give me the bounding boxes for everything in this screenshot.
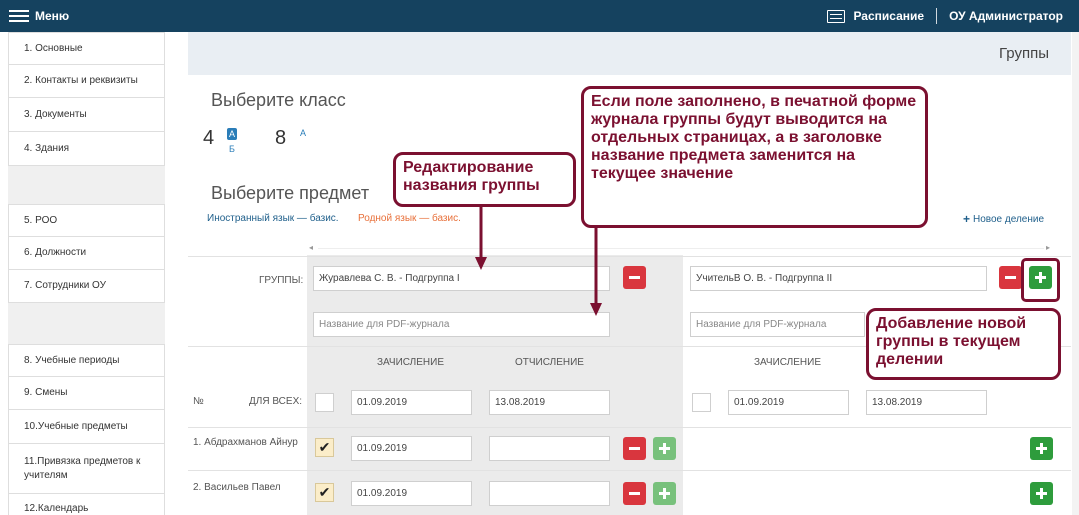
row-divider [188,256,1071,257]
hamburger-icon [9,9,29,23]
student1-enroll-date[interactable]: 01.09.2019 [351,436,472,461]
group1-for-all-checkbox[interactable] [315,393,334,412]
student1-unenroll-date[interactable] [489,436,610,461]
minus-icon [629,447,640,450]
sidebar-item-basic[interactable]: 1. Основные [8,32,165,65]
number-column-label: № [193,396,204,407]
student2-remove-button[interactable] [623,482,646,505]
unenroll-header-group1: ОТЧИСЛЕНИЕ [515,357,584,368]
group1-enroll-all-date[interactable]: 01.09.2019 [351,390,472,415]
menu-label: Меню [35,9,70,23]
sidebar-item-periods[interactable]: 8. Учебные периоды [8,344,165,377]
sidebar-item-subjects[interactable]: 10.Учебные предметы [8,410,165,444]
scroll-track [318,248,1044,249]
schedule-link[interactable]: Расписание [853,9,924,23]
group2-name-input[interactable]: УчительВ О. В. - Подгруппа II [690,266,987,291]
sidebar-gap [8,166,165,204]
student1-add-button[interactable] [653,437,676,460]
scroll-left-arrow[interactable]: ◂ [309,243,313,252]
student2-unenroll-date[interactable] [489,481,610,506]
student2-enroll-date[interactable]: 01.09.2019 [351,481,472,506]
group1-pdf-name-input[interactable]: Название для PDF-журнала [313,312,610,337]
plus-icon: + [963,212,971,226]
sidebar: 1. Основные 2. Контакты и реквизиты 3. Д… [8,32,165,515]
enroll-header-group2: ЗАЧИСЛЕНИЕ [754,357,821,368]
group2-pdf-name-input[interactable]: Название для PDF-журнала [690,312,865,337]
callout-pdf-field-note: Если поле заполнено, в печатной форме жу… [581,86,928,228]
student1-add-group2-button[interactable] [1030,437,1053,460]
top-bar: Меню Расписание ОУ Администратор [0,0,1079,32]
class-4b-link[interactable]: Б [229,144,235,154]
sidebar-item-buildings[interactable]: 4. Здания [8,132,165,166]
user-menu[interactable]: ОУ Администратор [949,9,1063,23]
sidebar-item-documents[interactable]: 3. Документы [8,98,165,132]
groups-label: ГРУППЫ: [259,275,304,286]
sidebar-gap [8,303,165,344]
app-root: Меню Расписание ОУ Администратор 1. Осно… [0,0,1079,515]
group1-name-input[interactable]: Журавлева С. В. - Подгруппа I [313,266,610,291]
sidebar-item-positions[interactable]: 6. Должности [8,237,165,270]
sidebar-item-contacts[interactable]: 2. Контакты и реквизиты [8,65,165,98]
callout-edit-group-name: Редактирование названия группы [393,152,576,207]
row-divider [188,470,1071,471]
group2-delete-button[interactable] [999,266,1022,289]
class-4-number[interactable]: 4 [203,127,214,150]
sidebar-item-calendar[interactable]: 12.Календарь [8,494,165,515]
group2-for-all-checkbox[interactable] [692,393,711,412]
student2-checkbox[interactable]: ✔ [315,483,334,502]
group2-enroll-all-date[interactable]: 01.09.2019 [728,390,849,415]
sidebar-item-shifts[interactable]: 9. Смены [8,377,165,410]
student-name: 1. Абдрахманов Айнур [193,437,298,448]
menu-button[interactable]: Меню [9,8,69,24]
scroll-right-arrow[interactable]: ▸ [1046,243,1050,252]
enroll-header-group1: ЗАЧИСЛЕНИЕ [377,357,444,368]
class-8-number[interactable]: 8 [275,127,286,150]
subject-native-language[interactable]: Родной язык — базис. [358,213,461,224]
divider [936,8,938,24]
subject-foreign-language[interactable]: Иностранный язык — базис. [207,213,339,224]
group1-delete-button[interactable] [623,266,646,289]
student-name: 2. Васильев Павел [193,482,281,493]
student1-checkbox[interactable]: ✔ [315,438,334,457]
choose-subject-heading: Выберите предмет [211,183,370,203]
group1-unenroll-all-date[interactable]: 13.08.2019 [489,390,610,415]
choose-class-heading: Выберите класс [211,90,346,110]
callout-add-group: Добавление новой группы в текущем делени… [866,308,1061,380]
group1-column [307,255,683,515]
minus-icon [629,492,640,495]
sidebar-item-roo[interactable]: 5. РОО [8,204,165,237]
minus-icon [1005,276,1016,279]
page-title: Группы [999,45,1049,62]
vertical-scrollbar[interactable] [1072,32,1079,515]
sidebar-item-staff[interactable]: 7. Сотрудники ОУ [8,270,165,303]
top-right-nav: Расписание ОУ Администратор [827,8,1063,24]
for-all-label: ДЛЯ ВСЕХ: [249,396,303,407]
group2-unenroll-all-date[interactable]: 13.08.2019 [866,390,987,415]
calendar-list-icon [827,9,846,23]
student2-add-group2-button[interactable] [1030,482,1053,505]
minus-icon [629,276,640,279]
page-header: Группы [188,32,1071,75]
student2-add-button[interactable] [653,482,676,505]
class-4a-selected[interactable]: А [227,128,237,140]
new-division-button[interactable]: + Новое деление [963,212,1044,226]
student1-remove-button[interactable] [623,437,646,460]
class-8a-link[interactable]: А [300,128,306,138]
add-group-highlight [1021,258,1060,302]
sidebar-item-subject-teachers[interactable]: 11.Привязка предметов к учителям [8,444,165,494]
row-divider [188,427,1071,428]
